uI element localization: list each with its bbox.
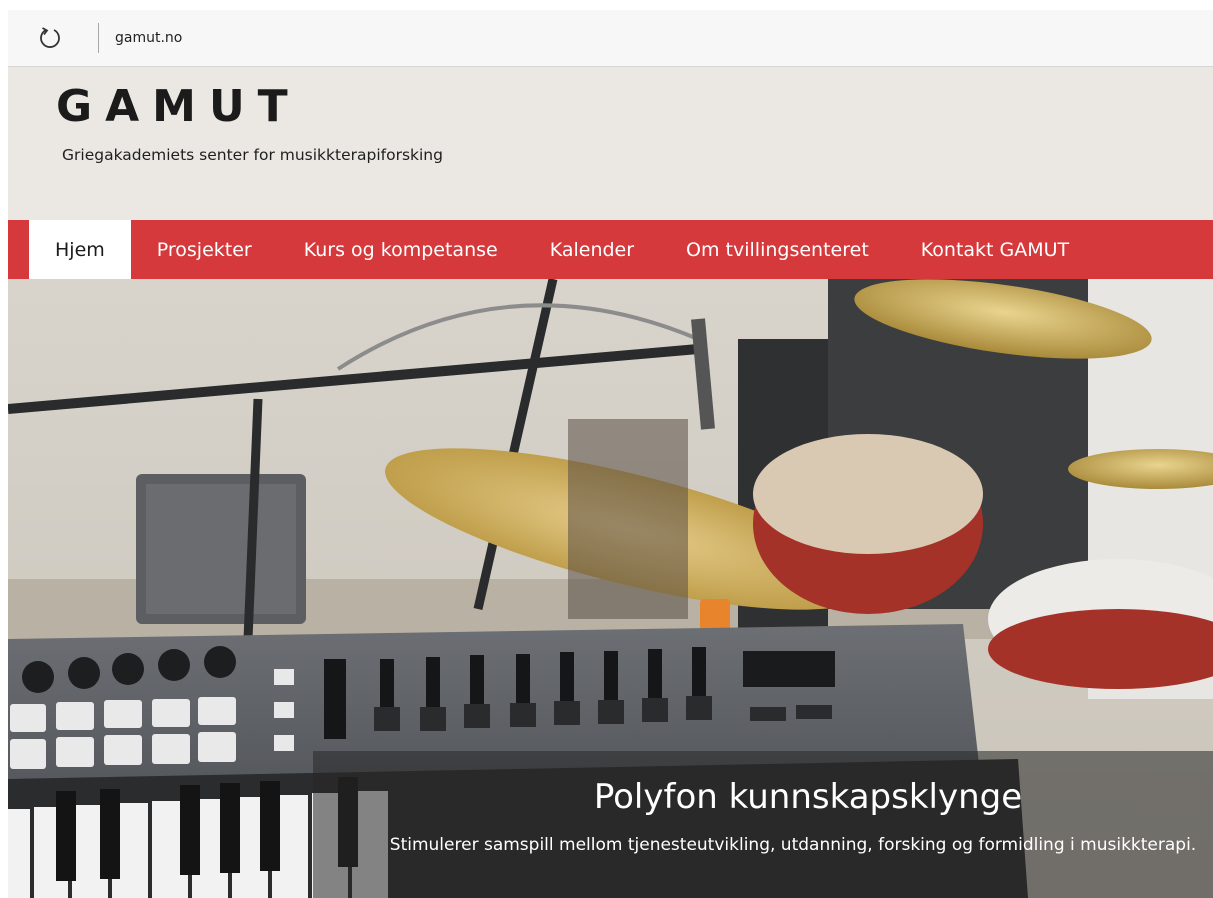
hero-banner[interactable]: Polyfon kunnskapsklynge Stimulerer samsp… <box>8 279 1213 898</box>
hero-title[interactable]: Polyfon kunnskapsklynge <box>313 777 1213 817</box>
site-tagline: Griegakademiets senter for musikkterapif… <box>62 146 443 164</box>
nav-item-kalender[interactable]: Kalender <box>524 220 660 279</box>
nav-item-kontakt-gamut[interactable]: Kontakt GAMUT <box>895 220 1095 279</box>
site-header: GAMUT Griegakademiets senter for musikkt… <box>8 67 1213 220</box>
browser-address-bar: gamut.no <box>8 10 1213 67</box>
hero-text: Stimulerer samspill mellom tjenesteutvik… <box>389 835 1197 855</box>
nav-item-kurs-og-kompetanse[interactable]: Kurs og kompetanse <box>278 220 524 279</box>
url-field[interactable]: gamut.no <box>115 30 182 46</box>
hero-caption: Polyfon kunnskapsklynge Stimulerer samsp… <box>313 751 1213 898</box>
nav-item-prosjekter[interactable]: Prosjekter <box>131 220 278 279</box>
address-separator <box>98 23 99 53</box>
reload-icon <box>40 27 60 48</box>
reload-button[interactable] <box>26 18 74 58</box>
site-logo[interactable]: GAMUT <box>56 81 301 132</box>
main-nav: Hjem Prosjekter Kurs og kompetanse Kalen… <box>8 220 1213 279</box>
nav-item-hjem[interactable]: Hjem <box>29 220 131 279</box>
nav-item-om-tvillingsenteret[interactable]: Om tvillingsenteret <box>660 220 895 279</box>
